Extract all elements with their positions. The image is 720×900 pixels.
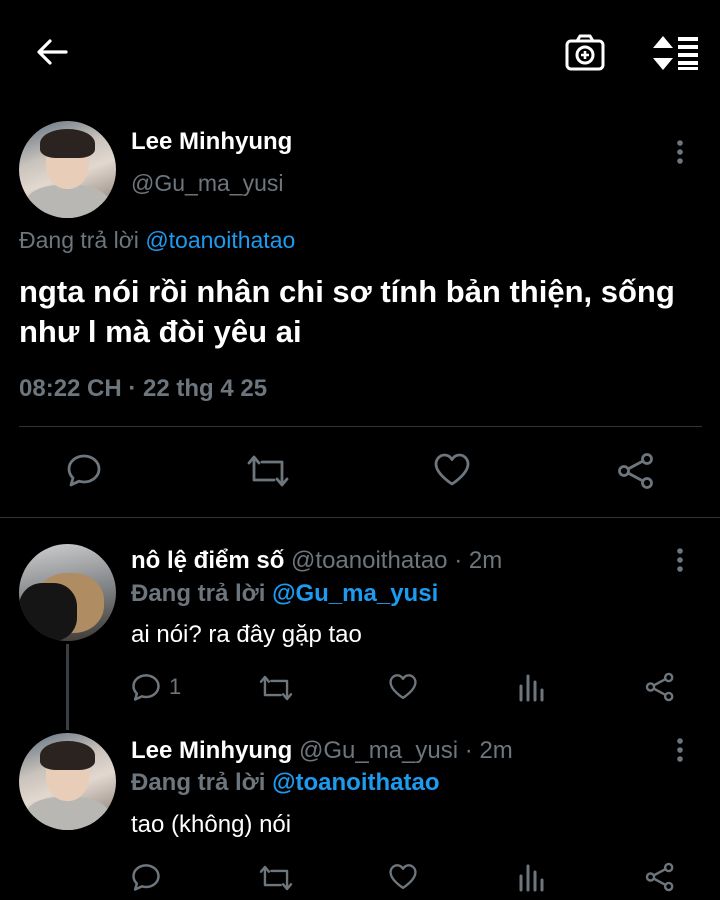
replying-to: Đang trả lời @Gu_ma_yusi <box>131 580 438 608</box>
replying-to-link[interactable]: @toanoithatao <box>145 227 295 253</box>
thread-line <box>66 644 69 730</box>
reply-header: nô lệ điểm số @toanoithatao · 2m <box>131 547 502 575</box>
author-name[interactable]: Lee Minhyung <box>131 737 292 764</box>
more-vertical-icon <box>677 140 683 164</box>
tweet-timestamp[interactable]: 08:22 CH · 22 thg 4 25 <box>19 375 267 403</box>
author-handle[interactable]: @toanoithatao <box>291 547 447 574</box>
analytics-button[interactable] <box>518 862 546 892</box>
reply-header: Lee Minhyung @Gu_ma_yusi · 2m <box>131 737 513 765</box>
like-button[interactable] <box>433 452 471 488</box>
reply-button[interactable] <box>66 452 102 488</box>
replying-to: Đang trả lời @toanoithatao <box>131 769 439 797</box>
replying-to-link[interactable]: @Gu_ma_yusi <box>272 580 438 607</box>
share-icon <box>618 453 653 489</box>
more-options-button[interactable] <box>670 138 690 166</box>
more-options-button[interactable] <box>670 546 690 574</box>
sort-button[interactable] <box>650 34 700 72</box>
heart-icon <box>389 674 417 700</box>
reply-time: · 2m <box>454 547 503 574</box>
retweet-icon <box>247 455 289 487</box>
heart-icon <box>389 864 417 890</box>
heart-icon <box>434 453 470 486</box>
retweet-icon <box>259 865 293 891</box>
tweet-text: ai nói? ra đây gặp tao <box>131 621 362 648</box>
more-vertical-icon <box>677 738 683 762</box>
share-icon <box>645 862 674 892</box>
share-icon <box>645 672 674 702</box>
reply-button[interactable] <box>131 862 161 892</box>
retweet-button[interactable] <box>258 863 294 893</box>
avatar[interactable] <box>19 733 116 830</box>
author-name[interactable]: nô lệ điểm số <box>131 547 284 574</box>
tweet-text: tao (không) nói <box>131 811 292 838</box>
analytics-icon <box>519 864 544 892</box>
divider <box>0 517 720 518</box>
avatar[interactable] <box>19 544 116 641</box>
arrow-left-icon <box>37 39 68 65</box>
author-name[interactable]: Lee Minhyung <box>131 128 292 156</box>
reply-button[interactable]: 1 <box>131 672 181 702</box>
reply-icon <box>132 864 160 891</box>
replying-to-label: Đang trả lời <box>131 580 266 607</box>
replying-to-label: Đang trả lời <box>19 227 139 253</box>
sort-icon <box>653 36 698 70</box>
avatar[interactable] <box>19 121 116 218</box>
retweet-icon <box>259 675 293 701</box>
like-button[interactable] <box>388 673 418 701</box>
share-button[interactable] <box>644 862 676 892</box>
camera-plus-icon <box>565 34 605 71</box>
replying-to-label: Đang trả lời <box>131 769 266 796</box>
share-button[interactable] <box>644 672 676 702</box>
more-vertical-icon <box>677 548 683 572</box>
camera-button[interactable] <box>564 32 606 72</box>
replying-to: Đang trả lời @toanoithatao <box>19 227 295 254</box>
tweet-text: ngta nói rồi nhân chi sơ tính bản thiện,… <box>19 274 675 349</box>
analytics-button[interactable] <box>518 672 546 702</box>
author-handle[interactable]: @Gu_ma_yusi <box>131 170 283 197</box>
analytics-icon <box>519 674 544 702</box>
retweet-button[interactable] <box>258 673 294 703</box>
replying-to-link[interactable]: @toanoithatao <box>272 769 439 796</box>
more-options-button[interactable] <box>670 736 690 764</box>
author-handle[interactable]: @Gu_ma_yusi <box>299 737 458 764</box>
reply-icon <box>67 454 101 487</box>
divider <box>19 426 702 427</box>
reply-count: 1 <box>169 674 182 699</box>
share-button[interactable] <box>616 452 656 490</box>
back-button[interactable] <box>34 34 70 70</box>
reply-icon <box>132 674 160 701</box>
reply-time: · 2m <box>464 737 513 764</box>
like-button[interactable] <box>388 863 418 891</box>
retweet-button[interactable] <box>246 452 290 490</box>
